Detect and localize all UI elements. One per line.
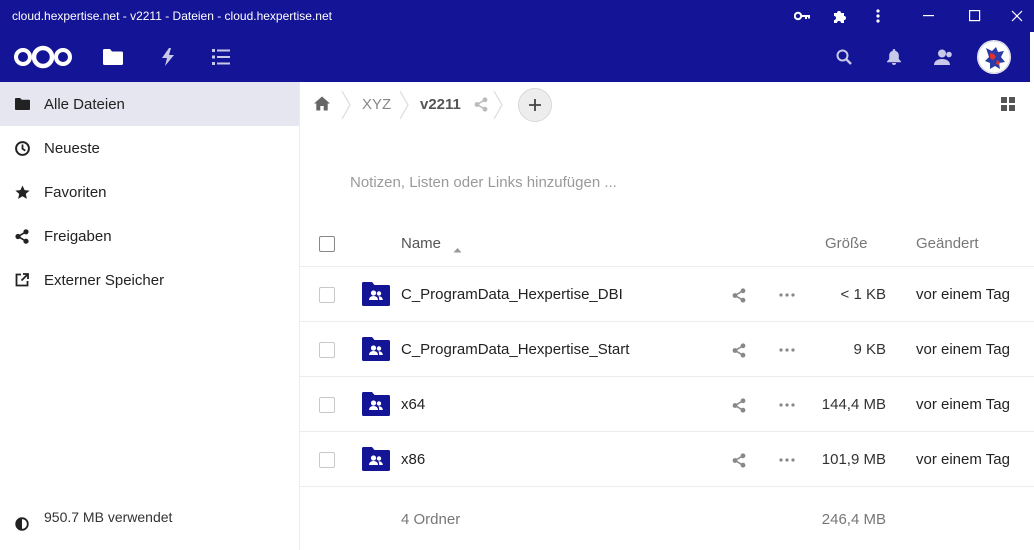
window-title-bar: cloud.hexpertise.net - v2211 - Dateien -… xyxy=(0,0,1034,32)
files-icon[interactable] xyxy=(101,32,125,82)
table-summary: 4 Ordner 246,4 MB xyxy=(300,488,1034,550)
sidebar-item-shares[interactable]: Freigaben xyxy=(0,214,299,258)
grid-view-icon[interactable] xyxy=(1000,96,1018,114)
column-modified[interactable]: Geändert xyxy=(916,235,979,252)
clock-icon xyxy=(14,140,30,156)
close-icon[interactable] xyxy=(1006,0,1028,32)
table-row[interactable]: x86 101,9 MB vor einem Tag xyxy=(300,432,1034,487)
plus-icon xyxy=(529,99,541,111)
file-name[interactable]: C_ProgramData_Hexpertise_DBI xyxy=(401,286,623,303)
shared-folder-icon xyxy=(362,282,390,306)
share-icon[interactable] xyxy=(730,286,748,304)
external-link-icon xyxy=(14,272,30,288)
activity-icon[interactable] xyxy=(156,32,180,82)
share-icon[interactable] xyxy=(730,341,748,359)
sidebar-item-all-files[interactable]: Alle Dateien xyxy=(0,82,299,126)
summary-count: 4 Ordner xyxy=(401,511,461,528)
share-icon xyxy=(14,228,30,244)
sidebar: Alle Dateien Neueste Favoriten Freigaben… xyxy=(0,82,300,550)
rich-workspace-placeholder[interactable]: Notizen, Listen oder Links hinzufügen ..… xyxy=(350,174,617,191)
tasks-icon[interactable] xyxy=(209,32,233,82)
home-icon[interactable] xyxy=(314,96,330,115)
file-name[interactable]: x64 xyxy=(401,396,425,413)
sidebar-item-label: Freigaben xyxy=(44,227,112,245)
table-row[interactable]: x64 144,4 MB vor einem Tag xyxy=(300,377,1034,432)
breadcrumb-separator xyxy=(340,90,352,120)
minimize-icon[interactable] xyxy=(918,0,940,32)
file-size: 144,4 MB xyxy=(821,396,886,413)
maximize-icon[interactable] xyxy=(964,0,986,32)
share-icon[interactable] xyxy=(730,396,748,414)
bell-icon[interactable] xyxy=(882,32,906,82)
file-name[interactable]: x86 xyxy=(401,451,425,468)
shared-folder-icon xyxy=(362,337,390,361)
column-size[interactable]: Größe xyxy=(825,235,868,252)
app-header xyxy=(0,32,1034,82)
file-name[interactable]: C_ProgramData_Hexpertise_Start xyxy=(401,341,629,358)
star-icon xyxy=(14,184,30,200)
breadcrumb-item[interactable]: XYZ xyxy=(362,96,391,113)
sidebar-item-label: Alle Dateien xyxy=(44,95,125,113)
extension-icon[interactable] xyxy=(829,0,849,32)
pie-chart-icon xyxy=(14,516,30,532)
table-row[interactable]: C_ProgramData_Hexpertise_Start 9 KB vor … xyxy=(300,322,1034,377)
table-header: Name Größe Geändert xyxy=(300,221,1034,267)
breadcrumb: XYZ v2211 xyxy=(300,82,1034,128)
breadcrumb-current[interactable]: v2211 xyxy=(420,96,461,113)
contacts-icon[interactable] xyxy=(932,32,956,82)
file-size: 9 KB xyxy=(853,341,886,358)
sidebar-item-label: Externer Speicher xyxy=(44,271,165,289)
share-icon[interactable] xyxy=(730,451,748,469)
sidebar-item-label: Neueste xyxy=(44,139,100,157)
summary-size: 246,4 MB xyxy=(821,511,886,528)
row-checkbox[interactable] xyxy=(319,342,335,358)
breadcrumb-separator xyxy=(398,90,410,120)
search-icon[interactable] xyxy=(832,32,856,82)
file-size: < 1 KB xyxy=(840,286,886,303)
nextcloud-logo-icon[interactable] xyxy=(10,32,76,82)
file-modified: vor einem Tag xyxy=(916,341,1010,358)
key-icon[interactable] xyxy=(792,0,812,32)
select-all-checkbox[interactable] xyxy=(319,236,335,252)
quota-text: 950.7 MB verwendet xyxy=(44,509,173,525)
table-row[interactable]: C_ProgramData_Hexpertise_DBI < 1 KB vor … xyxy=(300,267,1034,322)
window-title: cloud.hexpertise.net - v2211 - Dateien -… xyxy=(12,9,332,23)
row-checkbox[interactable] xyxy=(319,397,335,413)
shared-folder-icon xyxy=(362,392,390,416)
sort-ascending-icon[interactable] xyxy=(453,240,462,257)
sidebar-item-external-storage[interactable]: Externer Speicher xyxy=(0,258,299,302)
file-modified: vor einem Tag xyxy=(916,451,1010,468)
column-name[interactable]: Name xyxy=(401,235,441,252)
more-vertical-icon[interactable] xyxy=(870,0,886,32)
avatar[interactable] xyxy=(977,40,1011,74)
folder-icon xyxy=(14,96,30,112)
shared-folder-icon xyxy=(362,447,390,471)
header-edge xyxy=(1030,32,1034,82)
file-list-view: XYZ v2211 Notizen, Listen oder Links hin… xyxy=(300,82,1034,550)
sidebar-item-label: Favoriten xyxy=(44,183,107,201)
file-size: 101,9 MB xyxy=(821,451,886,468)
new-button[interactable] xyxy=(518,88,552,122)
share-icon[interactable] xyxy=(474,97,488,116)
sidebar-item-recent[interactable]: Neueste xyxy=(0,126,299,170)
sidebar-item-favorites[interactable]: Favoriten xyxy=(0,170,299,214)
storage-quota[interactable]: 950.7 MB verwendet xyxy=(0,499,299,539)
file-modified: vor einem Tag xyxy=(916,286,1010,303)
breadcrumb-separator xyxy=(492,90,504,120)
row-checkbox[interactable] xyxy=(319,287,335,303)
file-modified: vor einem Tag xyxy=(916,396,1010,413)
row-checkbox[interactable] xyxy=(319,452,335,468)
